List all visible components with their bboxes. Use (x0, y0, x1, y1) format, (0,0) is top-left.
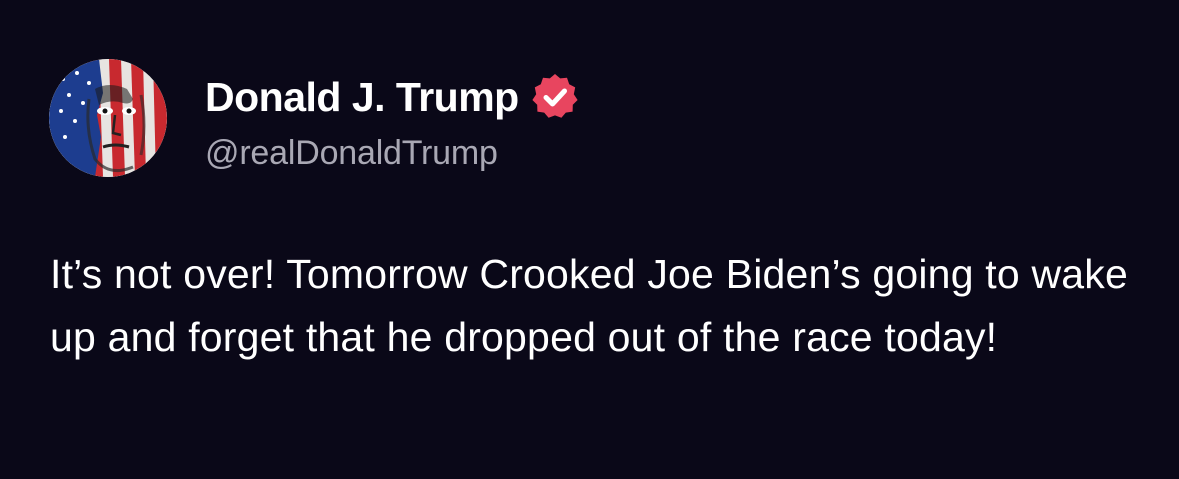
author-display-name[interactable]: Donald J. Trump (205, 74, 519, 121)
verified-badge-icon (532, 74, 578, 118)
avatar[interactable] (49, 59, 167, 177)
post-text: It’s not over! Tomorrow Crooked Joe Bide… (50, 251, 1128, 360)
flag-face-avatar-icon (49, 59, 167, 177)
post-card: Donald J. Trump @realDonaldTrump It’s no… (0, 0, 1179, 479)
author-handle[interactable]: @realDonaldTrump (205, 134, 498, 173)
author-name-row: Donald J. Trump (205, 70, 581, 124)
